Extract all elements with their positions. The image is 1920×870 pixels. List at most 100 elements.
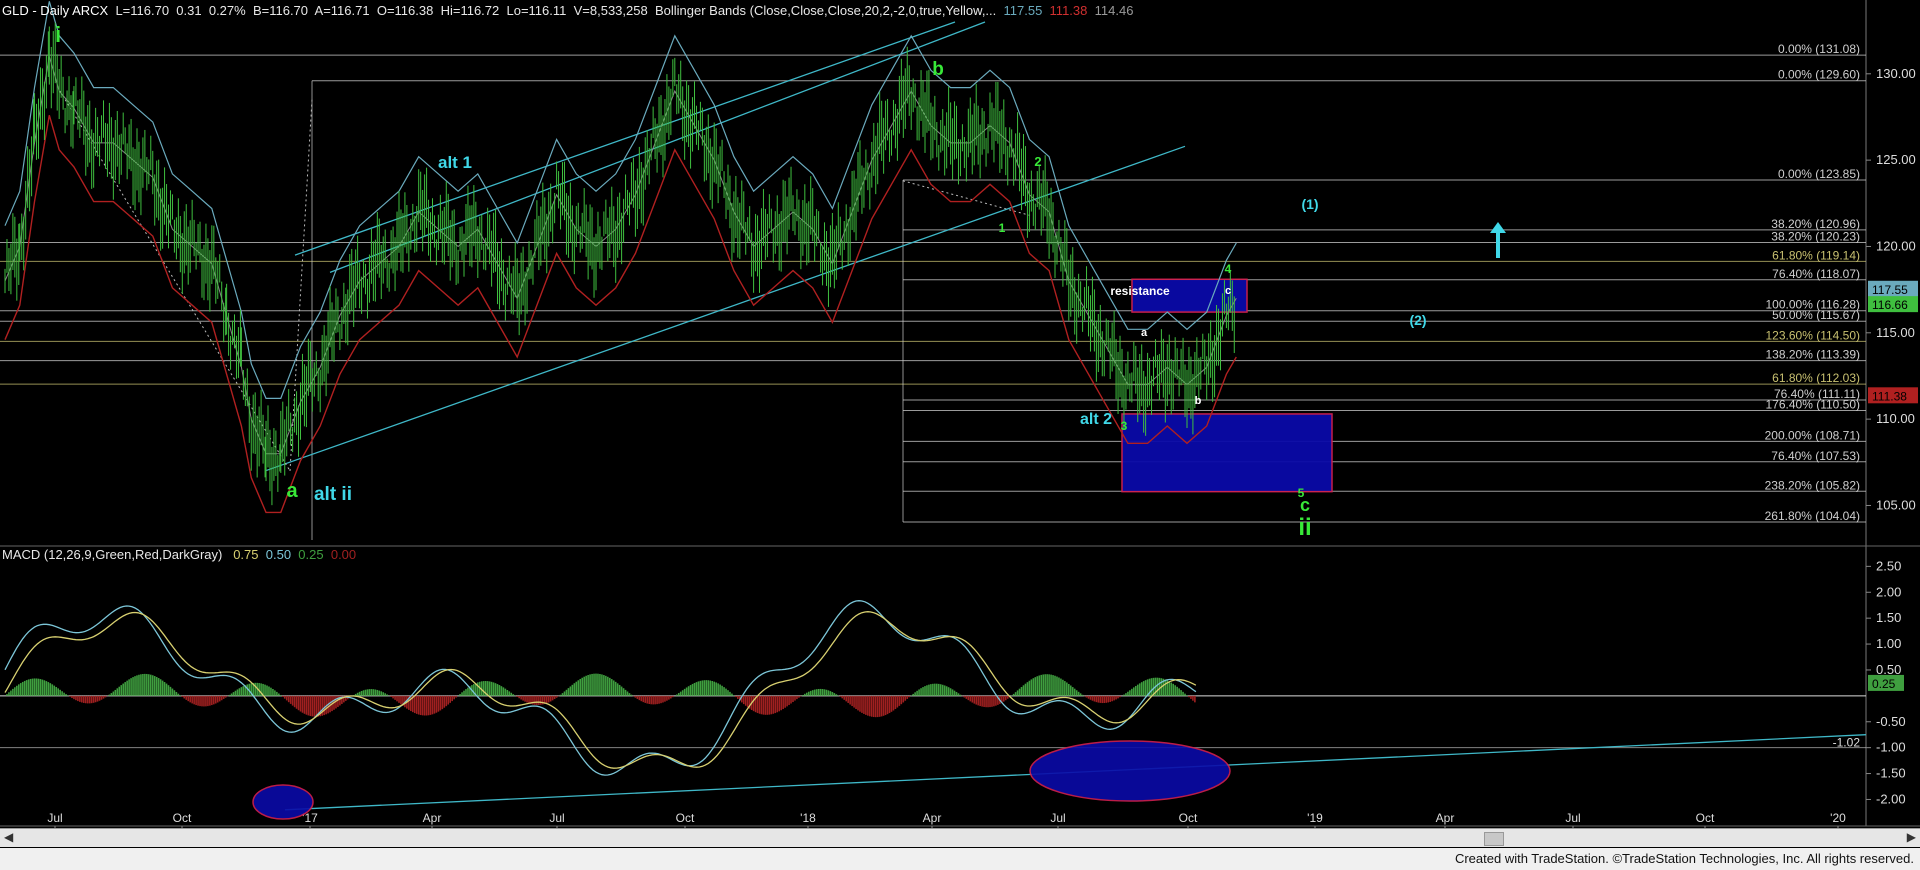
macd-tick-label: 1.00	[1876, 636, 1901, 651]
macd-tick-label: -1.50	[1876, 766, 1906, 781]
wave-label: 2	[1034, 154, 1041, 169]
fib-level-label: 176.40% (110.50)	[1765, 398, 1860, 412]
price-tag-label: 111.38	[1872, 389, 1907, 403]
wave-label: a	[1141, 327, 1148, 339]
wave-label: a	[286, 480, 298, 502]
fib-level-label: 123.60% (114.50)	[1765, 328, 1860, 342]
macd-v1: 0.75	[233, 547, 259, 562]
volume: V=8,533,258	[573, 3, 648, 18]
bb-mid-value: 114.46	[1094, 3, 1134, 18]
macd-low-ellipse	[252, 784, 314, 820]
fib-level-label: 0.00% (129.60)	[1778, 68, 1860, 82]
price-tick-label: 105.00	[1876, 497, 1916, 512]
wave-label: 1	[999, 221, 1006, 235]
time-tick-label: Oct	[676, 811, 695, 825]
time-tick-label: Apr	[423, 811, 442, 825]
wave-label: b	[1195, 395, 1202, 407]
fib-level-label: 61.80% (112.03)	[1772, 371, 1860, 385]
bb-upper-line	[4, 1, 1237, 399]
macd-tick-label: -0.50	[1876, 714, 1906, 729]
price-tick-label: 130.00	[1876, 66, 1916, 81]
time-tick-label: Jul	[1050, 811, 1065, 825]
pct-change: 0.27%	[208, 3, 246, 18]
price-tag-label: 116.66	[1872, 298, 1908, 312]
price-tag-label: 117.55	[1872, 283, 1908, 297]
last-price: L=116.70	[115, 3, 170, 18]
macd-tick-label: 2.50	[1876, 558, 1901, 573]
bb-lower-value: 111.38	[1049, 3, 1088, 18]
wave-label: resistance	[1110, 284, 1170, 298]
price-tick-label: 110.00	[1876, 411, 1915, 426]
wave-label: alt ii	[314, 484, 352, 505]
macd-low-ellipse	[1029, 740, 1231, 802]
footer-bar: Created with TradeStation. ©TradeStation…	[0, 848, 1920, 870]
macd-header: MACD (12,26,9,Green,Red,DarkGray) 0.75 0…	[2, 547, 356, 562]
time-tick-label: Oct	[173, 811, 192, 825]
macd-label: MACD (12,26,9,Green,Red,DarkGray)	[2, 547, 223, 562]
macd-tick-label: -2.00	[1876, 791, 1906, 806]
fib-level-label: 50.00% (115.67)	[1772, 308, 1860, 322]
fib-level-label: 76.40% (118.07)	[1772, 267, 1860, 281]
high: Hi=116.72	[440, 3, 500, 18]
chart-canvas: 130.00125.00120.00115.00110.00105.002.50…	[0, 0, 1920, 831]
symbol-label: GLD - Daily ARCX	[2, 3, 109, 18]
fib-level-label: 238.20% (105.82)	[1765, 478, 1860, 492]
time-tick-label: Apr	[923, 811, 942, 825]
macd-v3: 0.25	[298, 547, 324, 562]
fib-level-label: 61.80% (119.14)	[1772, 248, 1860, 262]
scroll-thumb[interactable]	[1484, 832, 1504, 846]
wave-label: ii	[1298, 514, 1311, 541]
study-label: Bollinger Bands (Close,Close,Close,20,2,…	[654, 3, 997, 18]
up-arrow-head-icon	[1490, 222, 1506, 233]
macd-tick-label: -1.00	[1876, 740, 1906, 755]
price-tick-label: 125.00	[1876, 152, 1916, 167]
fib-level-label: 38.20% (120.23)	[1771, 229, 1860, 243]
fib-level-label: 0.00% (131.08)	[1778, 42, 1860, 56]
fib-level-label: 0.00% (123.85)	[1778, 167, 1860, 181]
time-tick-label: Oct	[1696, 811, 1715, 825]
time-tick-label: Jul	[549, 811, 564, 825]
ask: A=116.71	[314, 3, 370, 18]
macd-tick-label: 2.00	[1876, 584, 1901, 599]
bb-upper-value: 117.55	[1003, 3, 1043, 18]
fib-level-label: 138.20% (113.39)	[1765, 348, 1860, 362]
copyright-text: Created with TradeStation. ©TradeStation…	[1454, 851, 1914, 866]
macd-tick-label: 0.50	[1876, 662, 1901, 677]
fib-level-label: 76.40% (107.53)	[1771, 449, 1860, 463]
wave-label: (2)	[1409, 312, 1426, 328]
wave-label: i	[55, 22, 61, 47]
price-tick-label: 115.00	[1876, 325, 1915, 340]
horizontal-scrollbar[interactable]: ◀ ▶	[0, 828, 1920, 847]
wave-label: c	[1225, 285, 1231, 297]
wave-label: 3	[1121, 419, 1128, 433]
scroll-left-icon[interactable]: ◀	[4, 830, 13, 844]
wave-label: alt 2	[1080, 411, 1112, 428]
dotted-trendline	[902, 180, 1031, 216]
change: 0.31	[176, 3, 202, 18]
wave-label: (1)	[1301, 196, 1318, 212]
fib-level-label: 200.00% (108.71)	[1765, 428, 1860, 442]
price-tick-label: 120.00	[1876, 238, 1916, 253]
time-tick-label: '18	[800, 811, 816, 825]
price-header: GLD - Daily ARCX L=116.70 0.31 0.27% B=1…	[2, 3, 1133, 18]
time-tick-label: '19	[1307, 811, 1323, 825]
wave-label: alt 1	[438, 153, 472, 172]
fib-level-label: 261.80% (104.04)	[1765, 509, 1860, 523]
macd-tag-label: 0.25	[1872, 677, 1896, 691]
time-tick-label: '20	[1830, 811, 1846, 825]
macd-v2: 0.50	[265, 547, 292, 562]
price-bars	[4, 22, 1235, 506]
time-tick-label: Apr	[1436, 811, 1455, 825]
bid: B=116.70	[252, 3, 309, 18]
macd-tick-label: 1.50	[1876, 610, 1901, 625]
time-tick-label: Jul	[47, 811, 62, 825]
target-box	[1121, 413, 1333, 493]
bb-lower-line	[4, 115, 1237, 514]
low: Lo=116.11	[506, 3, 567, 18]
macd-tag-label: -1.02	[1833, 736, 1861, 750]
scroll-right-icon[interactable]: ▶	[1907, 830, 1916, 844]
wave-label: 4	[1225, 262, 1232, 276]
wave-label: b	[932, 59, 944, 80]
macd-v4: 0.00	[330, 547, 357, 562]
time-tick-label: Jul	[1565, 811, 1580, 825]
